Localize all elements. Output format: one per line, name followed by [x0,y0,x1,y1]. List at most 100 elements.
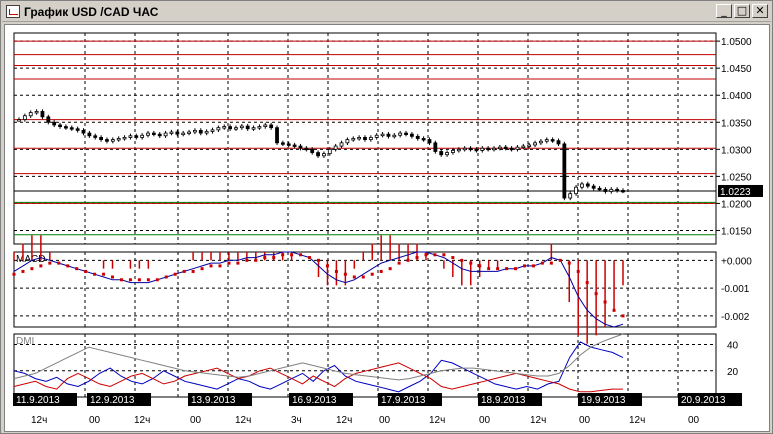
candle-body [234,127,238,130]
candle-body [562,143,567,199]
macd-signal-point [334,269,338,273]
candle-body [64,126,68,129]
candle-body [515,146,520,150]
macd-signal-point [496,267,500,271]
candle-body [146,132,150,136]
candle-body [556,140,561,145]
candle-body [451,150,455,153]
price-axis-label: 1.0150 [721,226,752,237]
candle-body [333,145,338,150]
macd-signal-point [236,261,240,265]
candle-body [75,128,80,131]
macd-signal-point [182,269,186,273]
candle-body [445,152,449,156]
candle-body [462,147,467,151]
macd-signal-point [200,267,204,271]
macd-signal-point [164,275,168,279]
macd-signal-point [594,292,598,296]
macd-signal-point [487,267,491,271]
hour-label: 12ч [134,415,150,426]
candle-body [310,148,315,153]
candle-body [87,132,92,137]
macd-signal-point [460,258,464,262]
price-chart-canvas[interactable]: 1.0500 1.0450 1.0400 1.0350 1.0300 1.0250 1.02… [5,25,771,433]
macd-signal-point [514,267,518,271]
candle-body [93,135,98,138]
macd-signal-point [173,272,177,276]
date-label: 16.9.2013 [292,395,337,406]
hour-label: 12ч [336,415,352,426]
hour-label: 00 [688,415,700,426]
candle-body [322,153,326,157]
macd-signal-point [48,261,52,265]
chart-icon [6,5,20,18]
candle-body [105,139,109,142]
candle-body [404,132,408,135]
candle-body [157,133,162,137]
maximize-button[interactable]: □ [734,4,750,18]
price-axis-label: 1.0200 [721,199,752,210]
macd-signal-point [370,272,374,276]
candle-body [585,183,590,187]
candle-body [374,134,379,138]
candle-body [615,188,620,192]
price-axis-label: 1.0250 [721,172,752,183]
hour-label: 00 [579,415,591,426]
candle-body [187,131,191,134]
candle-body [263,124,268,127]
minimize-button[interactable]: _ [716,4,732,18]
macd-signal-point [415,256,419,260]
close-button[interactable]: ✕ [752,4,768,18]
candle-body [280,142,285,145]
macd-signal-point [66,264,70,268]
macd-signal-point [549,261,553,265]
macd-signal-point [352,275,356,279]
macd-signal-point [191,269,195,273]
title-bar[interactable]: График USD /CAD ЧАС _ □ ✕ [2,2,771,22]
candle-body [580,183,584,188]
candle-body [28,112,33,117]
candle-body [193,129,197,133]
macd-signal-point [209,264,213,268]
candle-body [40,111,45,118]
candle-body [380,133,385,137]
candle-body [357,137,362,140]
chart-area[interactable]: 1.0500 1.0450 1.0400 1.0350 1.0300 1.0250 1.02… [4,24,770,432]
dmi-panel [13,333,717,398]
macd-signal-point [39,264,43,268]
candle-body [198,129,203,134]
candle-body [275,127,279,144]
price-axis-label: 1.0300 [721,145,752,156]
macd-signal-point [505,267,509,271]
candle-body [427,139,432,144]
candle-body [175,131,180,135]
macd-signal-point [84,269,88,273]
macd-signal-point [299,253,303,257]
macd-signal-point [478,264,482,268]
hour-label: 00 [479,415,491,426]
candle-body [568,193,573,199]
hour-label: 00 [190,415,202,426]
macd-signal-point [379,269,383,273]
macd-signal-point [558,258,562,262]
macd-signal-point [451,256,455,260]
hour-label: 12ч [31,415,47,426]
macd-signal-point [254,258,258,262]
candle-body [345,139,350,144]
candle-body [128,135,133,138]
candle-body [304,147,309,151]
candle-body [110,139,115,142]
macd-signal-point [442,253,446,257]
dmi-axis-label: 20 [727,367,739,378]
macd-signal-point [245,258,249,262]
candle-body [163,132,168,137]
macd-signal-point [433,253,437,257]
macd-signal-point [317,258,320,262]
candle-body [239,125,244,129]
price-axis-label: 1.0350 [721,118,752,129]
candle-body [386,133,391,137]
date-label: 18.9.2013 [481,395,526,406]
candle-body [415,135,420,139]
hour-label: 12ч [530,415,546,426]
macd-signal-point [397,261,401,265]
